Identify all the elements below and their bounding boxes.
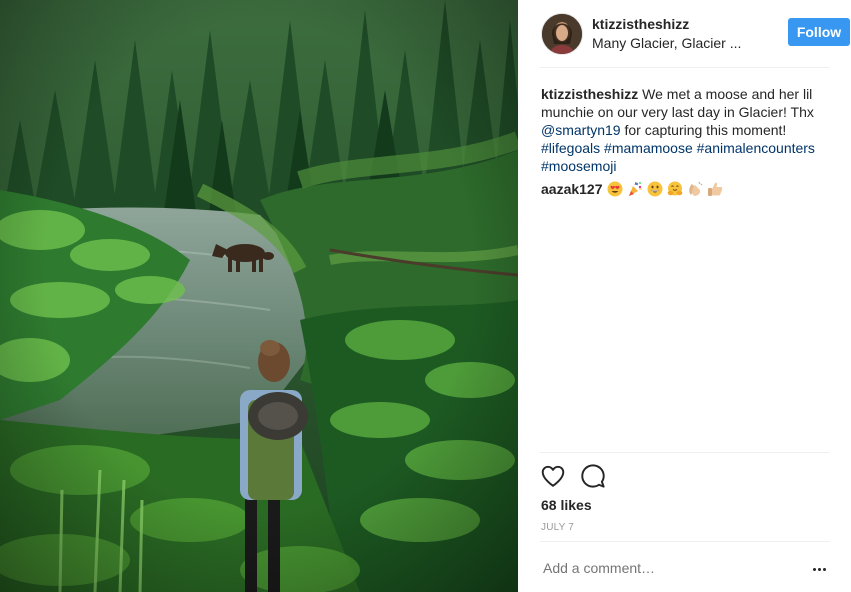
- like-heart-icon[interactable]: [540, 463, 566, 489]
- more-options-icon[interactable]: [810, 560, 828, 578]
- clapping-emoji: [687, 181, 704, 198]
- more-dot: [817, 567, 821, 571]
- hashtag-mamamoose[interactable]: #mamamoose: [604, 140, 693, 156]
- post-caption: ktizzistheshizz We met a moose and her l…: [541, 85, 833, 175]
- thumbs-up-emoji: [707, 181, 724, 198]
- post-photo[interactable]: [0, 0, 518, 592]
- avatar[interactable]: [541, 13, 583, 55]
- comment-item: aazak127: [541, 180, 727, 198]
- comment-bubble-icon[interactable]: [580, 463, 606, 489]
- location-link[interactable]: Many Glacier, Glacier ...: [592, 35, 741, 51]
- hugging-emoji: [667, 181, 684, 198]
- add-comment-input[interactable]: [543, 560, 783, 576]
- comment-divider: [540, 541, 830, 542]
- hashtag-moosemoji[interactable]: #moosemoji: [541, 158, 616, 174]
- comment-username-link[interactable]: aazak127: [541, 180, 603, 198]
- photo-image: [0, 0, 518, 592]
- post-sidebar: ktizzistheshizz Many Glacier, Glacier ..…: [518, 0, 851, 592]
- more-dot: [812, 567, 816, 571]
- heart-eyes-emoji: [607, 181, 624, 198]
- username-link[interactable]: ktizzistheshizz: [592, 16, 689, 32]
- caption-text-2: for capturing this moment!: [624, 122, 787, 138]
- caption-mention-link[interactable]: @smartyn19: [541, 122, 621, 138]
- likes-count[interactable]: 68 likes: [541, 497, 592, 513]
- hashtag-lifegoals[interactable]: #lifegoals: [541, 140, 600, 156]
- party-popper-emoji: [627, 181, 644, 198]
- avatar-image: [542, 14, 582, 54]
- post-header: ktizzistheshizz Many Glacier, Glacier ..…: [540, 12, 850, 55]
- caption-username-link[interactable]: ktizzistheshizz: [541, 86, 638, 102]
- post-date[interactable]: JULY 7: [541, 522, 574, 533]
- hashtag-animalencounters[interactable]: #animalencounters: [697, 140, 815, 156]
- header-divider: [540, 67, 830, 68]
- grinning-emoji: [647, 181, 664, 198]
- follow-button[interactable]: Follow: [788, 18, 850, 46]
- actions-divider: [540, 452, 830, 453]
- more-dot: [822, 567, 826, 571]
